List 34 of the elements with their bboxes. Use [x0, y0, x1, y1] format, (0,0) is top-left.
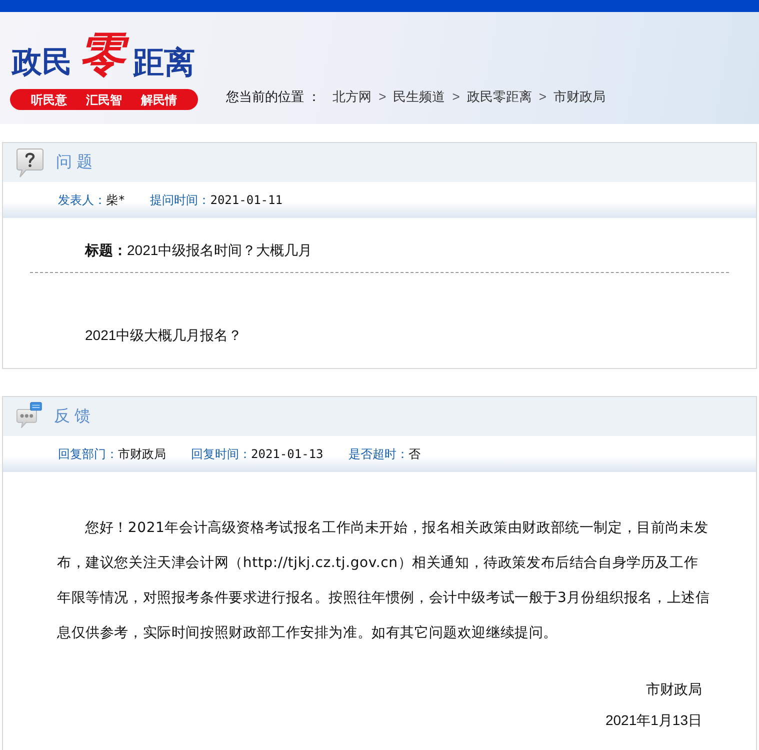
location-label: 您当前的位置 ：: [226, 88, 321, 106]
breadcrumb-link[interactable]: 北方网: [332, 87, 372, 107]
meta-value: 否: [408, 446, 420, 463]
meta-value: 2021-01-11: [210, 192, 282, 209]
question-title: 2021中级报名时间？大概几月: [127, 240, 312, 260]
breadcrumb-link[interactable]: 政民零距离: [466, 87, 532, 107]
reply-text: 您好！2021年会计高级资格考试报名工作尚未开始，报名相关政策由财政部统一制定，目前尚未发布，建议您关注天津会计网（http://tjkj.cz.tj.gov.cn）相关通知，待政策发布后结合自身学历及工作年限等情况，对照报考条件要求进行报名。按照往年惯例，会计中级考试一般于3月份组织报名，上述信息仅供参考，实际时间按照财政部工作安排为准。如有其它问题欢迎继续提问。: [57, 519, 711, 643]
meta-value: 柴*: [106, 192, 126, 209]
breadcrumb-link[interactable]: 民生频道: [393, 87, 446, 107]
logo-text: 距离: [133, 46, 195, 80]
chat-bubbles-icon: [16, 402, 42, 428]
reply-signature: 市财政局: [646, 680, 702, 699]
breadcrumb-link[interactable]: 市财政局: [553, 87, 606, 107]
title-label: 标题：: [85, 240, 127, 260]
logo-text: 政民: [12, 46, 72, 80]
meta-label: 回复时间：: [191, 446, 251, 463]
meta-label: 回复部门：: [58, 446, 118, 463]
reply-date: 2021年1月13日: [605, 711, 702, 730]
panel-title: 问 题: [56, 152, 92, 172]
meta-value: 2021-01-13: [251, 446, 324, 463]
breadcrumb-separator: >: [452, 88, 460, 106]
meta-label: 发表人：: [58, 192, 106, 209]
logo-accent-text: 零: [79, 22, 133, 86]
question-text: 2021中级大概几月报名？: [85, 326, 242, 345]
breadcrumb-separator: >: [538, 88, 546, 106]
meta-value: 市财政局: [118, 446, 166, 463]
slogan-text: 解民情: [141, 94, 177, 106]
meta-label: 提问时间：: [150, 192, 210, 209]
question-bubble-icon: [16, 148, 44, 178]
panel-title: 反 馈: [54, 406, 90, 426]
slogan-text: 听民意: [31, 94, 67, 106]
meta-label: 是否超时：: [348, 446, 408, 463]
slogan-text: 汇民智: [86, 94, 122, 106]
breadcrumb-separator: >: [378, 88, 386, 106]
